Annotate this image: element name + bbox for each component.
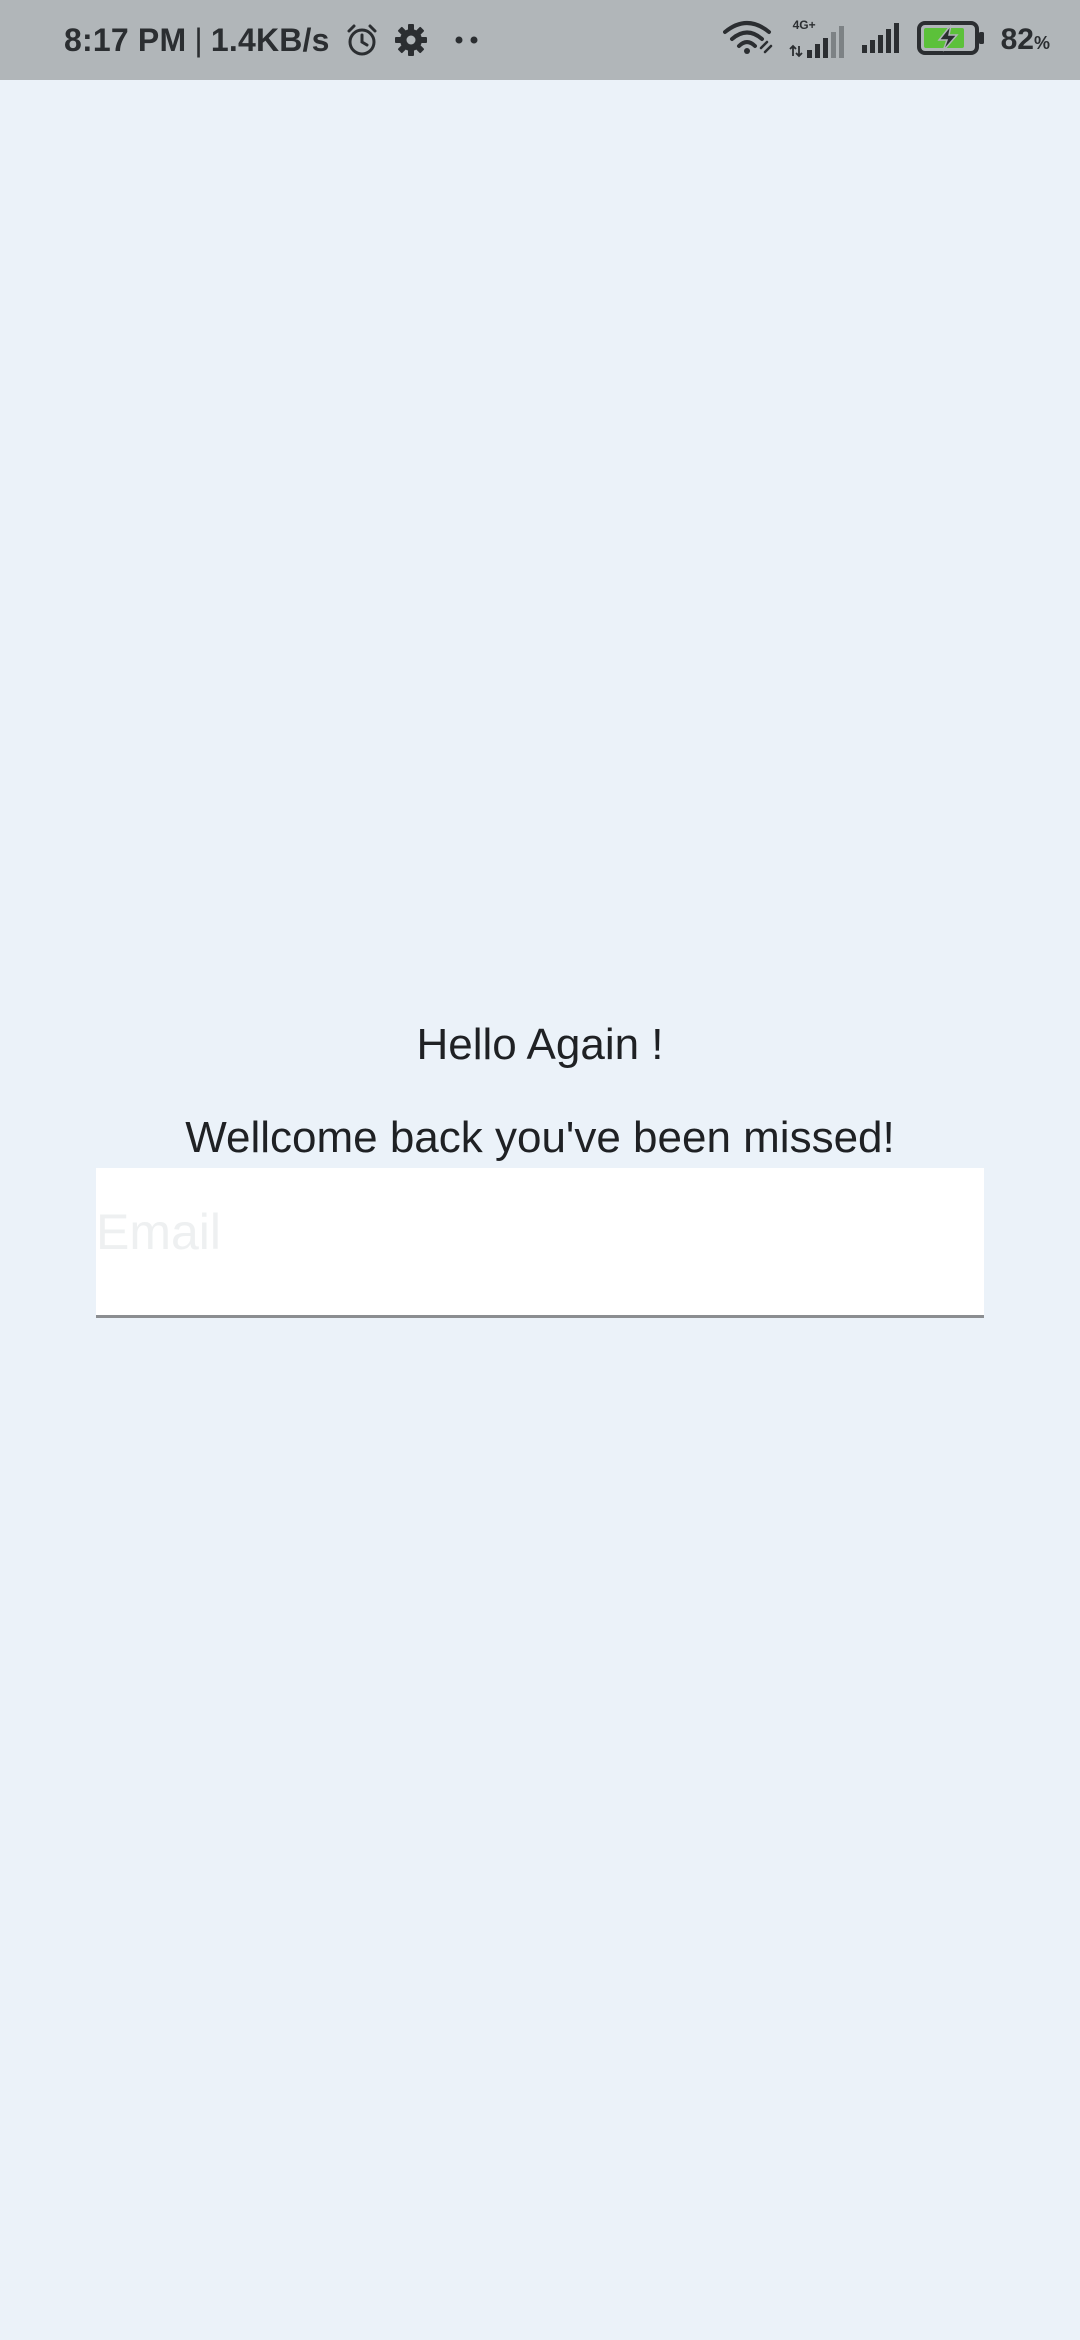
signal-icon [861, 21, 903, 60]
login-screen: Hello Again ! Wellcome back you've been … [0, 80, 1080, 2340]
status-left-icons [338, 22, 480, 58]
settings-icon [394, 23, 428, 57]
alarm-icon [344, 22, 380, 58]
battery-charging-icon [916, 20, 987, 61]
wifi-icon [722, 20, 775, 61]
status-left: 8:17 PM | 1.4KB/s [64, 0, 480, 80]
battery-percent-value: 82 [1000, 23, 1034, 56]
battery-percent-unit: % [1033, 33, 1050, 53]
battery-percent: 82% [1001, 23, 1050, 57]
status-bar: 8:17 PM | 1.4KB/s 4G+ 82% [0, 0, 1080, 80]
more-dots-icon [454, 34, 480, 46]
status-separator: | [194, 21, 203, 58]
signal-4g-icon: 4G+ [788, 18, 847, 60]
page-title: Hello Again ! [416, 1020, 664, 1069]
status-net-speed: 1.4KB/s [210, 21, 330, 58]
email-field[interactable] [96, 1168, 984, 1318]
welcome-subtitle: Wellcome back you've been missed! [185, 1113, 895, 1162]
status-time: 8:17 PM [64, 21, 187, 58]
status-right: 4G+ 82% [722, 0, 1050, 80]
